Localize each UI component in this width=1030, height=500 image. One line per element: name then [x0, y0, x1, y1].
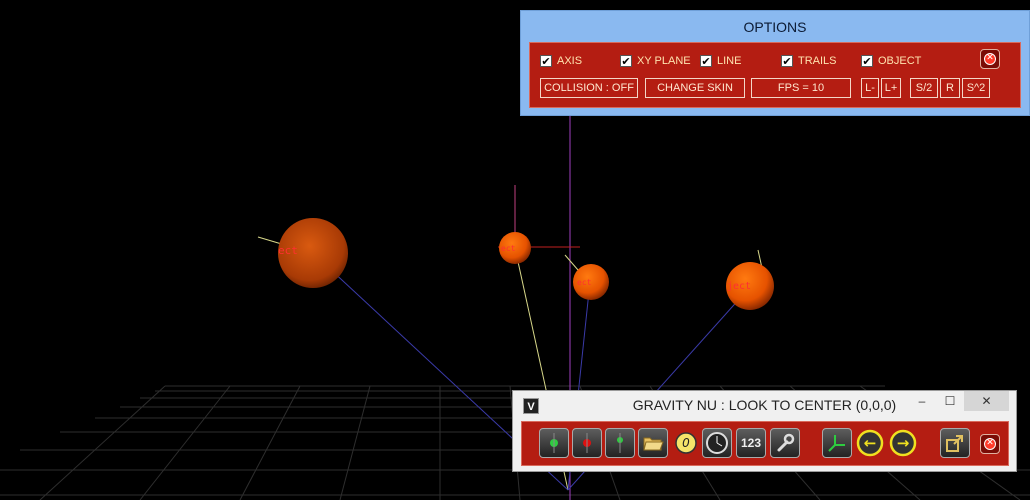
object-label: ect [501, 244, 516, 253]
object-label: ject [727, 281, 751, 292]
collision-button[interactable]: COLLISION : OFF [540, 78, 638, 98]
s-half-button[interactable]: S/2 [910, 78, 938, 98]
window-close-button[interactable]: ✕ [964, 391, 1009, 411]
clock-icon [706, 432, 728, 454]
popout-icon [946, 435, 963, 452]
object-checkbox[interactable]: ✔ OBJECT [861, 54, 921, 68]
options-close-button[interactable]: ✕ [980, 49, 1000, 69]
toolbar: 0 123 ← → ✕ [521, 421, 1009, 466]
change-skin-button[interactable]: CHANGE SKIN [645, 78, 745, 98]
arrow-right-icon: → [889, 429, 917, 457]
settings-button[interactable] [770, 428, 800, 458]
axis-view-icon [828, 435, 845, 452]
zero-icon: 0 [675, 432, 697, 454]
zero-button[interactable]: 0 [671, 428, 701, 458]
maximize-button[interactable]: ☐ [936, 391, 964, 411]
play-icon [550, 433, 558, 453]
gravity-window: V GRAVITY NU : LOOK TO CENTER (0,0,0) – … [512, 390, 1017, 472]
arrow-left-glyph: ← [864, 434, 877, 452]
open-folder-button[interactable] [638, 428, 668, 458]
check-mark-icon: ✔ [781, 54, 793, 68]
check-mark-icon: ✔ [700, 54, 712, 68]
play-button[interactable] [539, 428, 569, 458]
sphere-object-4[interactable]: ject [726, 262, 774, 310]
fps-button[interactable]: FPS = 10 [751, 78, 851, 98]
trails-checkbox[interactable]: ✔ TRAILS [781, 54, 837, 68]
arrow-left-icon: ← [856, 429, 884, 457]
object-label: ect [577, 278, 592, 287]
toolbar-close-button[interactable]: ✕ [980, 434, 1000, 454]
sphere-object-3[interactable]: ect [573, 264, 609, 300]
options-body: ✔ AXIS ✔ XY PLANE ✔ LINE ✔ TRAILS ✔ OBJE… [529, 42, 1021, 108]
check-mark-icon: ✔ [861, 54, 873, 68]
l-minus-button[interactable]: L- [861, 78, 879, 98]
trails-label: TRAILS [798, 55, 837, 67]
next-button[interactable]: → [888, 428, 918, 458]
check-mark-icon: ✔ [540, 54, 552, 68]
arrow-right-glyph: → [897, 434, 910, 452]
sphere-object-2[interactable]: ect [499, 232, 531, 264]
options-title: OPTIONS [743, 19, 807, 35]
object-label: OBJECT [878, 55, 922, 67]
popout-button[interactable] [940, 428, 970, 458]
check-mark-icon: ✔ [620, 54, 632, 68]
l-plus-button[interactable]: L+ [881, 78, 901, 98]
line-label: LINE [717, 55, 742, 67]
sphere-object-1[interactable]: ect [278, 218, 348, 288]
number-button[interactable]: 123 [736, 428, 766, 458]
open-folder-icon [643, 437, 664, 451]
r-button[interactable]: R [940, 78, 960, 98]
s-square-button[interactable]: S^2 [962, 78, 990, 98]
wrench-icon [777, 433, 795, 452]
record-button[interactable] [572, 428, 602, 458]
line-checkbox[interactable]: ✔ LINE [700, 54, 741, 68]
previous-button[interactable]: ← [855, 428, 885, 458]
minimize-button[interactable]: – [908, 391, 936, 411]
options-panel: OPTIONS ✔ AXIS ✔ XY PLANE ✔ LINE ✔ TRAIL… [520, 10, 1030, 116]
close-icon: ✕ [984, 438, 996, 450]
object-label: ect [278, 244, 298, 257]
xy-plane-label: XY PLANE [637, 55, 691, 67]
zero-glyph: 0 [682, 436, 690, 450]
xy-plane-checkbox[interactable]: ✔ XY PLANE [620, 54, 691, 68]
axis-checkbox[interactable]: ✔ AXIS [540, 54, 582, 68]
number-icon: 123 [740, 436, 762, 450]
close-icon: ✕ [984, 53, 996, 65]
axis-view-button[interactable] [822, 428, 852, 458]
step-icon [617, 433, 623, 453]
axis-label: AXIS [557, 55, 583, 67]
clock-button[interactable] [702, 428, 732, 458]
record-icon [583, 433, 591, 453]
step-button[interactable] [605, 428, 635, 458]
